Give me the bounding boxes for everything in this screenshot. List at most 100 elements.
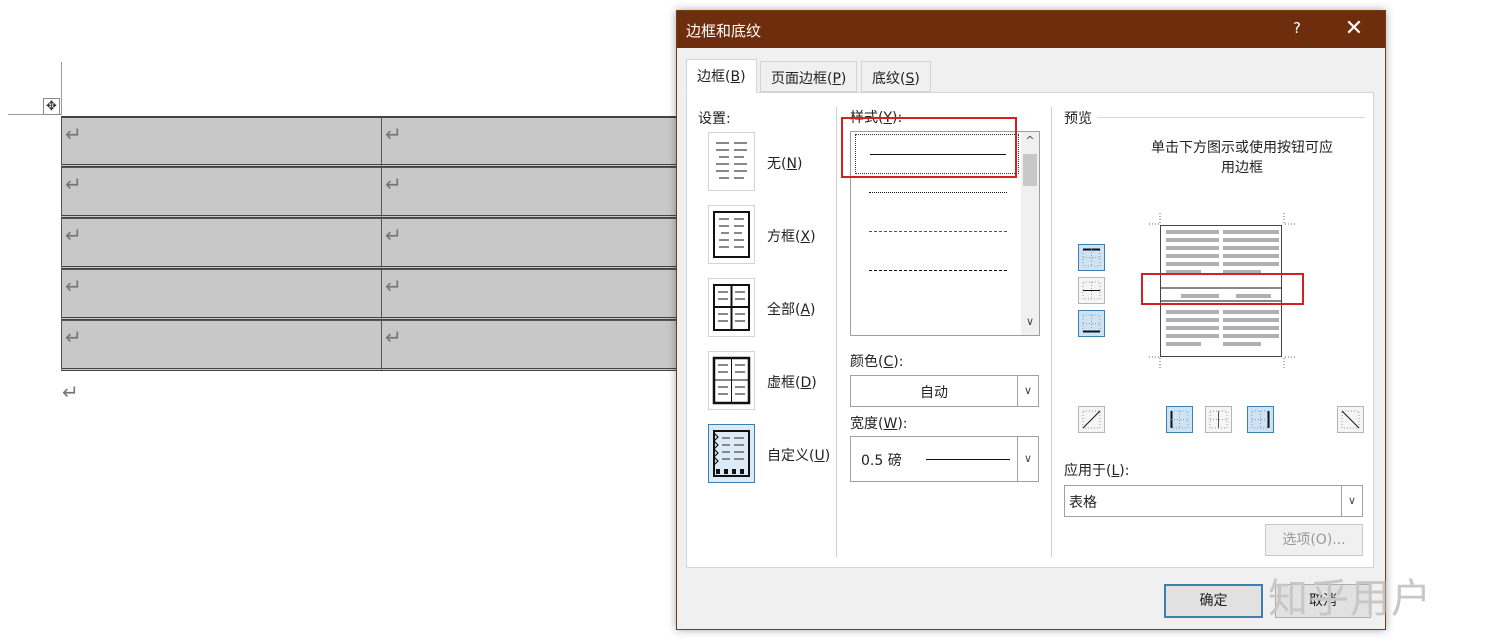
setting-box-text: 方框( xyxy=(767,229,801,245)
right-border-button-icon[interactable] xyxy=(1247,406,1274,433)
setting-grid-label[interactable]: 虚框(D) xyxy=(767,372,817,392)
table-row: ↵ ↵ xyxy=(61,167,701,218)
table-cell[interactable]: ↵ xyxy=(381,320,701,371)
width-heading: 宽度(W): xyxy=(850,413,908,433)
line-style-dash[interactable] xyxy=(855,251,1019,291)
right-border-graphic xyxy=(1251,410,1270,429)
setting-none-key: N xyxy=(786,156,797,172)
tab-borders-label: 边框( xyxy=(697,69,731,85)
line-style-dash-dot[interactable] xyxy=(855,290,1019,330)
color-heading-tail: ): xyxy=(893,354,904,370)
cell-end-mark: ↵ xyxy=(385,325,402,349)
table-cell[interactable]: ↵ xyxy=(381,116,701,167)
table-cell[interactable]: ↵ xyxy=(61,167,381,218)
setting-box-graphic xyxy=(713,211,750,258)
apply-to-dropdown-chevron-icon[interactable]: ∨ xyxy=(1341,486,1362,516)
close-button[interactable]: ✕ xyxy=(1337,16,1371,42)
setting-custom-icon[interactable] xyxy=(708,424,755,483)
setting-none-tail: ) xyxy=(796,156,803,172)
screen: ✥ ↵ ↵ ↵ ↵ ↵ ↵ ↵ ↵ ↵ ↵ ↵ 边框和底纹 ? ✕ 边框(B) … xyxy=(0,0,1495,644)
scroll-thumb[interactable] xyxy=(1023,154,1037,186)
preview-group-line xyxy=(1097,117,1365,118)
watermark-text: 知乎用户 xyxy=(1268,576,1432,622)
preview-description: 单击下方图示或使用按钮可应 用边框 xyxy=(1097,138,1387,178)
line-style-dotted[interactable] xyxy=(855,173,1019,213)
table-row: ↵ ↵ xyxy=(61,269,701,320)
scroll-up-arrow-icon[interactable]: ^ xyxy=(1021,134,1039,150)
table-cell[interactable]: ↵ xyxy=(61,116,381,167)
diagonal-down-border-button-icon[interactable] xyxy=(1337,406,1364,433)
width-heading-key: W xyxy=(883,416,898,432)
color-dropdown-chevron-icon[interactable]: ∨ xyxy=(1017,376,1038,406)
help-button[interactable]: ? xyxy=(1279,19,1315,41)
borders-tab-panel: 设置: 无(N) 方框(X) 全部(A) 虚框(D) 自定义(U) 样式(Y):… xyxy=(686,92,1374,568)
color-select[interactable]: 自动 ∨ xyxy=(850,375,1039,407)
preview-heading: 预览 xyxy=(1064,111,1092,127)
tab-shading-label: 底纹( xyxy=(872,71,906,87)
cell-end-mark: ↵ xyxy=(65,325,82,349)
table-cell[interactable]: ↵ xyxy=(381,167,701,218)
diagonal-up-border-button-icon[interactable] xyxy=(1078,406,1105,433)
inside-horizontal-border-button-icon[interactable] xyxy=(1078,277,1105,304)
inside-horizontal-border-graphic xyxy=(1082,281,1101,300)
dotted-line-sample xyxy=(869,192,1007,193)
setting-box-tail: ) xyxy=(810,229,816,245)
cell-end-mark: ↵ xyxy=(65,223,82,247)
setting-grid-tail: ) xyxy=(811,375,817,391)
setting-custom-label[interactable]: 自定义(U) xyxy=(767,445,830,465)
setting-grid-key: D xyxy=(800,375,812,391)
setting-all-graphic xyxy=(713,284,750,331)
options-button[interactable]: 选项(O)... xyxy=(1265,524,1363,556)
setting-all-icon[interactable] xyxy=(708,278,755,337)
setting-grid-icon[interactable] xyxy=(708,351,755,410)
setting-grid-text: 虚框( xyxy=(767,375,801,391)
inside-vertical-border-button-icon[interactable] xyxy=(1205,406,1232,433)
tab-page-border[interactable]: 页面边框(P) xyxy=(760,61,858,92)
table-cell[interactable]: ↵ xyxy=(381,218,701,269)
document-table[interactable]: ↵ ↵ ↵ ↵ ↵ ↵ ↵ ↵ ↵ ↵ xyxy=(61,116,701,371)
bottom-border-graphic xyxy=(1082,314,1101,333)
diagonal-down-border-graphic xyxy=(1341,410,1360,429)
cell-end-mark: ↵ xyxy=(65,122,82,146)
width-select[interactable]: 0.5 磅 ∨ xyxy=(850,436,1039,482)
dialog-titlebar[interactable]: 边框和底纹 ? ✕ xyxy=(677,11,1385,48)
table-cell[interactable]: ↵ xyxy=(61,269,381,320)
color-heading-key: C xyxy=(883,354,894,370)
cell-end-mark: ↵ xyxy=(385,223,402,247)
bottom-border-button-icon[interactable] xyxy=(1078,310,1105,337)
line-style-fine-dash[interactable] xyxy=(855,212,1019,252)
setting-box-label[interactable]: 方框(X) xyxy=(767,226,816,246)
ok-button[interactable]: 确定 xyxy=(1164,584,1263,618)
style-list-scrollbar[interactable]: ^ ∨ xyxy=(1021,132,1039,335)
apply-to-select[interactable]: 表格 ∨ xyxy=(1064,485,1363,517)
setting-all-key: A xyxy=(800,302,811,318)
setting-custom-graphic xyxy=(713,430,750,477)
scroll-down-arrow-icon[interactable]: ∨ xyxy=(1021,315,1039,331)
table-cell[interactable]: ↵ xyxy=(61,320,381,371)
cell-end-mark: ↵ xyxy=(385,122,402,146)
table-move-handle-icon[interactable]: ✥ xyxy=(43,98,60,115)
table-cell[interactable]: ↵ xyxy=(381,269,701,320)
color-heading: 颜色(C): xyxy=(850,351,903,371)
top-border-button-icon[interactable] xyxy=(1078,244,1105,271)
settings-heading: 设置: xyxy=(698,111,731,127)
left-border-button-icon[interactable] xyxy=(1166,406,1193,433)
setting-all-label[interactable]: 全部(A) xyxy=(767,299,816,319)
tab-borders-key: B xyxy=(730,69,741,85)
width-dropdown-chevron-icon[interactable]: ∨ xyxy=(1017,437,1038,481)
fine-dash-line-sample xyxy=(869,231,1007,232)
column-divider xyxy=(836,107,837,557)
table-row: ↵ ↵ xyxy=(61,218,701,269)
dialog-title: 边框和底纹 xyxy=(686,22,762,40)
setting-none-label[interactable]: 无(N) xyxy=(767,153,802,173)
setting-box-key: X xyxy=(800,229,811,245)
setting-box-icon[interactable] xyxy=(708,205,755,264)
top-border-graphic xyxy=(1082,248,1101,267)
tab-shading[interactable]: 底纹(S) xyxy=(861,61,931,92)
tab-borders[interactable]: 边框(B) xyxy=(686,59,757,93)
width-heading-text: 宽度( xyxy=(850,416,884,432)
dash-line-sample xyxy=(869,270,1007,271)
table-cell[interactable]: ↵ xyxy=(61,218,381,269)
setting-none-icon[interactable] xyxy=(708,132,755,191)
setting-grid-graphic xyxy=(712,356,751,405)
